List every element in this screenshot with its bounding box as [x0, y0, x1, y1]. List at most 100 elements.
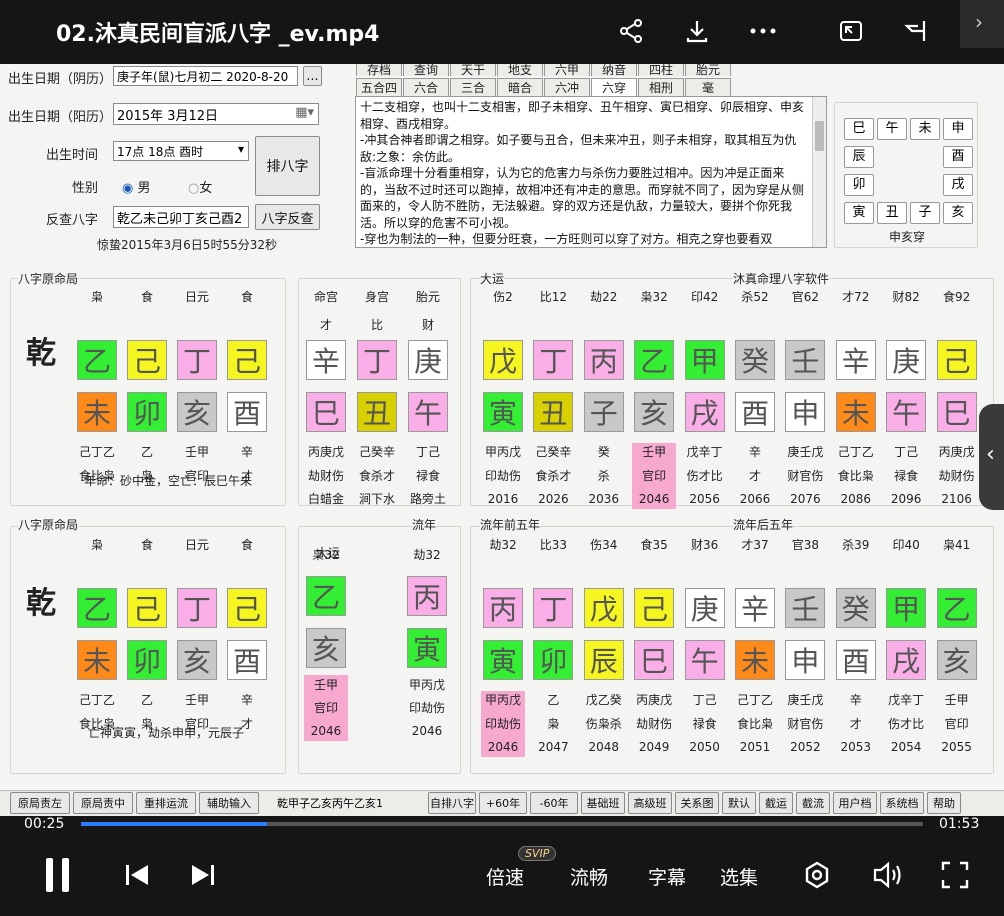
panel1-branch: 酉 [227, 392, 267, 432]
panel4-head: 食 [140, 538, 153, 552]
bottom-button[interactable]: 辅助输入 [199, 792, 259, 814]
next-icon[interactable] [190, 862, 216, 892]
panel3-gods: 印劫伤 [484, 469, 521, 483]
panel6-stem: 戊 [583, 588, 624, 628]
bottom-button[interactable]: 高级班 [628, 792, 672, 814]
panel6-head: 伤34 [590, 538, 618, 552]
panel2-hidden: 丙庚戊 [307, 445, 344, 459]
previous-icon[interactable] [124, 862, 150, 892]
panel2-hidden: 己癸辛 [358, 445, 395, 459]
progress-track[interactable] [81, 822, 923, 826]
panel6-branch: 申 [785, 640, 826, 680]
float-window-icon[interactable] [898, 12, 936, 50]
panel4-branch: 亥 [177, 640, 217, 680]
more-icon[interactable] [744, 12, 782, 50]
panel2-stem: 丁 [357, 340, 397, 380]
panel3-head: 杀52 [741, 290, 769, 304]
panel6-branch: 酉 [835, 640, 876, 680]
subtitle-button[interactable]: 字幕 [648, 863, 686, 890]
bottom-button[interactable]: 用户档 [833, 792, 877, 814]
panel3-year: 2086 [840, 492, 872, 506]
panel5-head: 枭32 [312, 548, 340, 562]
panel3-year: 2026 [538, 492, 569, 506]
panel6-branch: 寅 [483, 640, 523, 680]
panel6-gods: 枭 [547, 717, 560, 731]
panel1-hidden: 辛 [240, 445, 253, 459]
panel2-branch: 巳 [306, 392, 346, 432]
panel6-hidden: 辛 [849, 693, 862, 707]
share-icon[interactable] [612, 12, 650, 50]
side-expand-button[interactable]: ‹ [979, 404, 1004, 510]
panel3-hidden: 丙庚戊 [938, 445, 975, 459]
panel1-hidden: 己丁乙 [78, 445, 115, 459]
panel1-head: 食 [240, 290, 253, 304]
panel5-stem: 乙 [306, 576, 346, 616]
bottom-button[interactable]: -60年 [530, 792, 578, 814]
bottom-button[interactable]: 截流 [796, 792, 830, 814]
panel3-head: 伤2 [493, 290, 513, 304]
panel6-head: 官38 [791, 538, 820, 552]
bottom-button[interactable]: +60年 [479, 792, 527, 814]
panel3-gods: 财官伤 [787, 469, 824, 483]
panel6-hidden: 庚壬戊 [787, 693, 824, 707]
panel1-gods: 食比枭 [78, 469, 115, 483]
panel2-sub: 才 [319, 318, 332, 332]
fullscreen-icon[interactable] [940, 860, 970, 894]
loop-icon[interactable] [802, 860, 832, 894]
panel2-nayin: 路旁土 [409, 492, 446, 506]
panel6-branch: 午 [684, 640, 725, 680]
bottom-button[interactable]: 帮助 [927, 792, 961, 814]
bottom-button[interactable]: 重排运流 [136, 792, 196, 814]
panel3-gods: 才 [748, 469, 761, 483]
panel3-hidden: 庚壬戊 [787, 445, 824, 459]
panel3-hidden: 癸 [597, 445, 610, 459]
panel6-year: 2047 [538, 740, 569, 754]
bottom-button[interactable]: 关系图 [675, 792, 719, 814]
bottom-button[interactable]: 原局责左 [10, 792, 70, 814]
quality-button[interactable]: 流畅 [570, 863, 608, 890]
bottom-button[interactable]: 默认 [722, 792, 756, 814]
episodes-button[interactable]: 选集 [720, 863, 758, 890]
bottom-button[interactable]: 自排八字 [428, 792, 476, 814]
panel2-hidden: 丁己 [415, 445, 440, 459]
pause-icon[interactable] [44, 858, 72, 892]
panel1-stem: 乙 [77, 340, 117, 380]
bottom-button[interactable]: 截运 [759, 792, 793, 814]
panel4-gods: 才 [240, 717, 253, 731]
command-input[interactable]: 乾甲子乙亥丙午乙亥1 [277, 795, 417, 811]
panel3-head: 枭32 [640, 290, 668, 304]
panel3-head: 官62 [791, 290, 820, 304]
panel2-nayin: 白蜡金 [307, 492, 344, 506]
download-icon[interactable] [678, 12, 716, 50]
video-title: 02.沐真民间盲派八字 _ev.mp4 [56, 22, 380, 47]
panel6-hidden: 戊辛丁 [888, 693, 925, 707]
panel3-hidden: 己丁乙 [837, 445, 874, 459]
panel3-head: 印42 [690, 290, 719, 304]
panel6-gods: 伤枭杀 [585, 717, 622, 731]
panel3-stem: 癸 [735, 340, 775, 380]
speed-button[interactable]: 倍速 [486, 863, 524, 890]
collapse-panel-button[interactable]: › [960, 0, 1004, 48]
panel6-stem: 甲 [886, 588, 927, 628]
panel3-year: 2066 [739, 492, 771, 506]
panel6-branch: 巳 [634, 640, 675, 680]
panel2-head: 胎元 [415, 290, 440, 304]
panel3-stem: 丙 [583, 340, 624, 380]
panel2-stem: 庚 [408, 340, 448, 380]
picture-in-picture-icon[interactable] [832, 12, 870, 50]
panel6-branch: 戌 [886, 640, 927, 680]
video-title-bar: 02.沐真民间盲派八字 _ev.mp4 › [0, 0, 1004, 64]
panel3-branch: 寅 [483, 392, 523, 432]
panel5-year: 2046 [411, 724, 443, 738]
panel2-stem: 辛 [306, 340, 346, 380]
panel5-hidden: 壬甲 [304, 675, 348, 697]
volume-icon[interactable] [872, 860, 904, 894]
panel4-hidden: 乙 [140, 693, 153, 707]
bottom-button[interactable]: 基础班 [581, 792, 625, 814]
bottom-button[interactable]: 原局责中 [73, 792, 133, 814]
bottom-button[interactable]: 系统档 [880, 792, 924, 814]
chart-area: 枭乙未己丁乙 食比枭食己卯乙枭日元丁亥壬甲 官印食己酉辛才命宫才辛巳丙庚戊 劫财伤 白蜡… [0, 64, 1004, 816]
panel3-hidden: 丁己 [894, 445, 919, 459]
panel6-year: 2054 [890, 740, 922, 754]
panel3-head: 财82 [892, 290, 920, 304]
